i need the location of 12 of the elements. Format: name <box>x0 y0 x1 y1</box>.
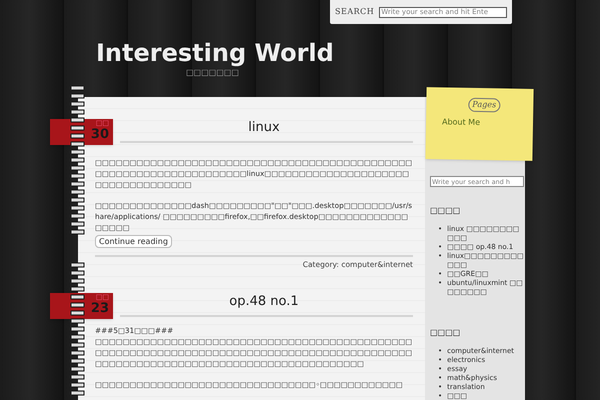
post-title[interactable]: linux <box>248 118 280 138</box>
pages-heading: Pages <box>468 98 500 112</box>
site-title[interactable]: Interesting World <box>96 38 334 68</box>
search-label: SEARCH <box>335 6 374 18</box>
continue-reading-button[interactable]: Continue reading <box>95 235 172 248</box>
date-day: 23 <box>90 302 109 316</box>
widget-heading: □□□□ <box>430 205 462 217</box>
page-link[interactable]: About Me <box>442 116 480 129</box>
widget-heading: □□□□ <box>430 327 462 339</box>
post-title[interactable]: op.48 no.1 <box>229 292 299 312</box>
site-tagline: □□□□□□□ <box>186 68 239 78</box>
date-day: 30 <box>90 128 109 142</box>
